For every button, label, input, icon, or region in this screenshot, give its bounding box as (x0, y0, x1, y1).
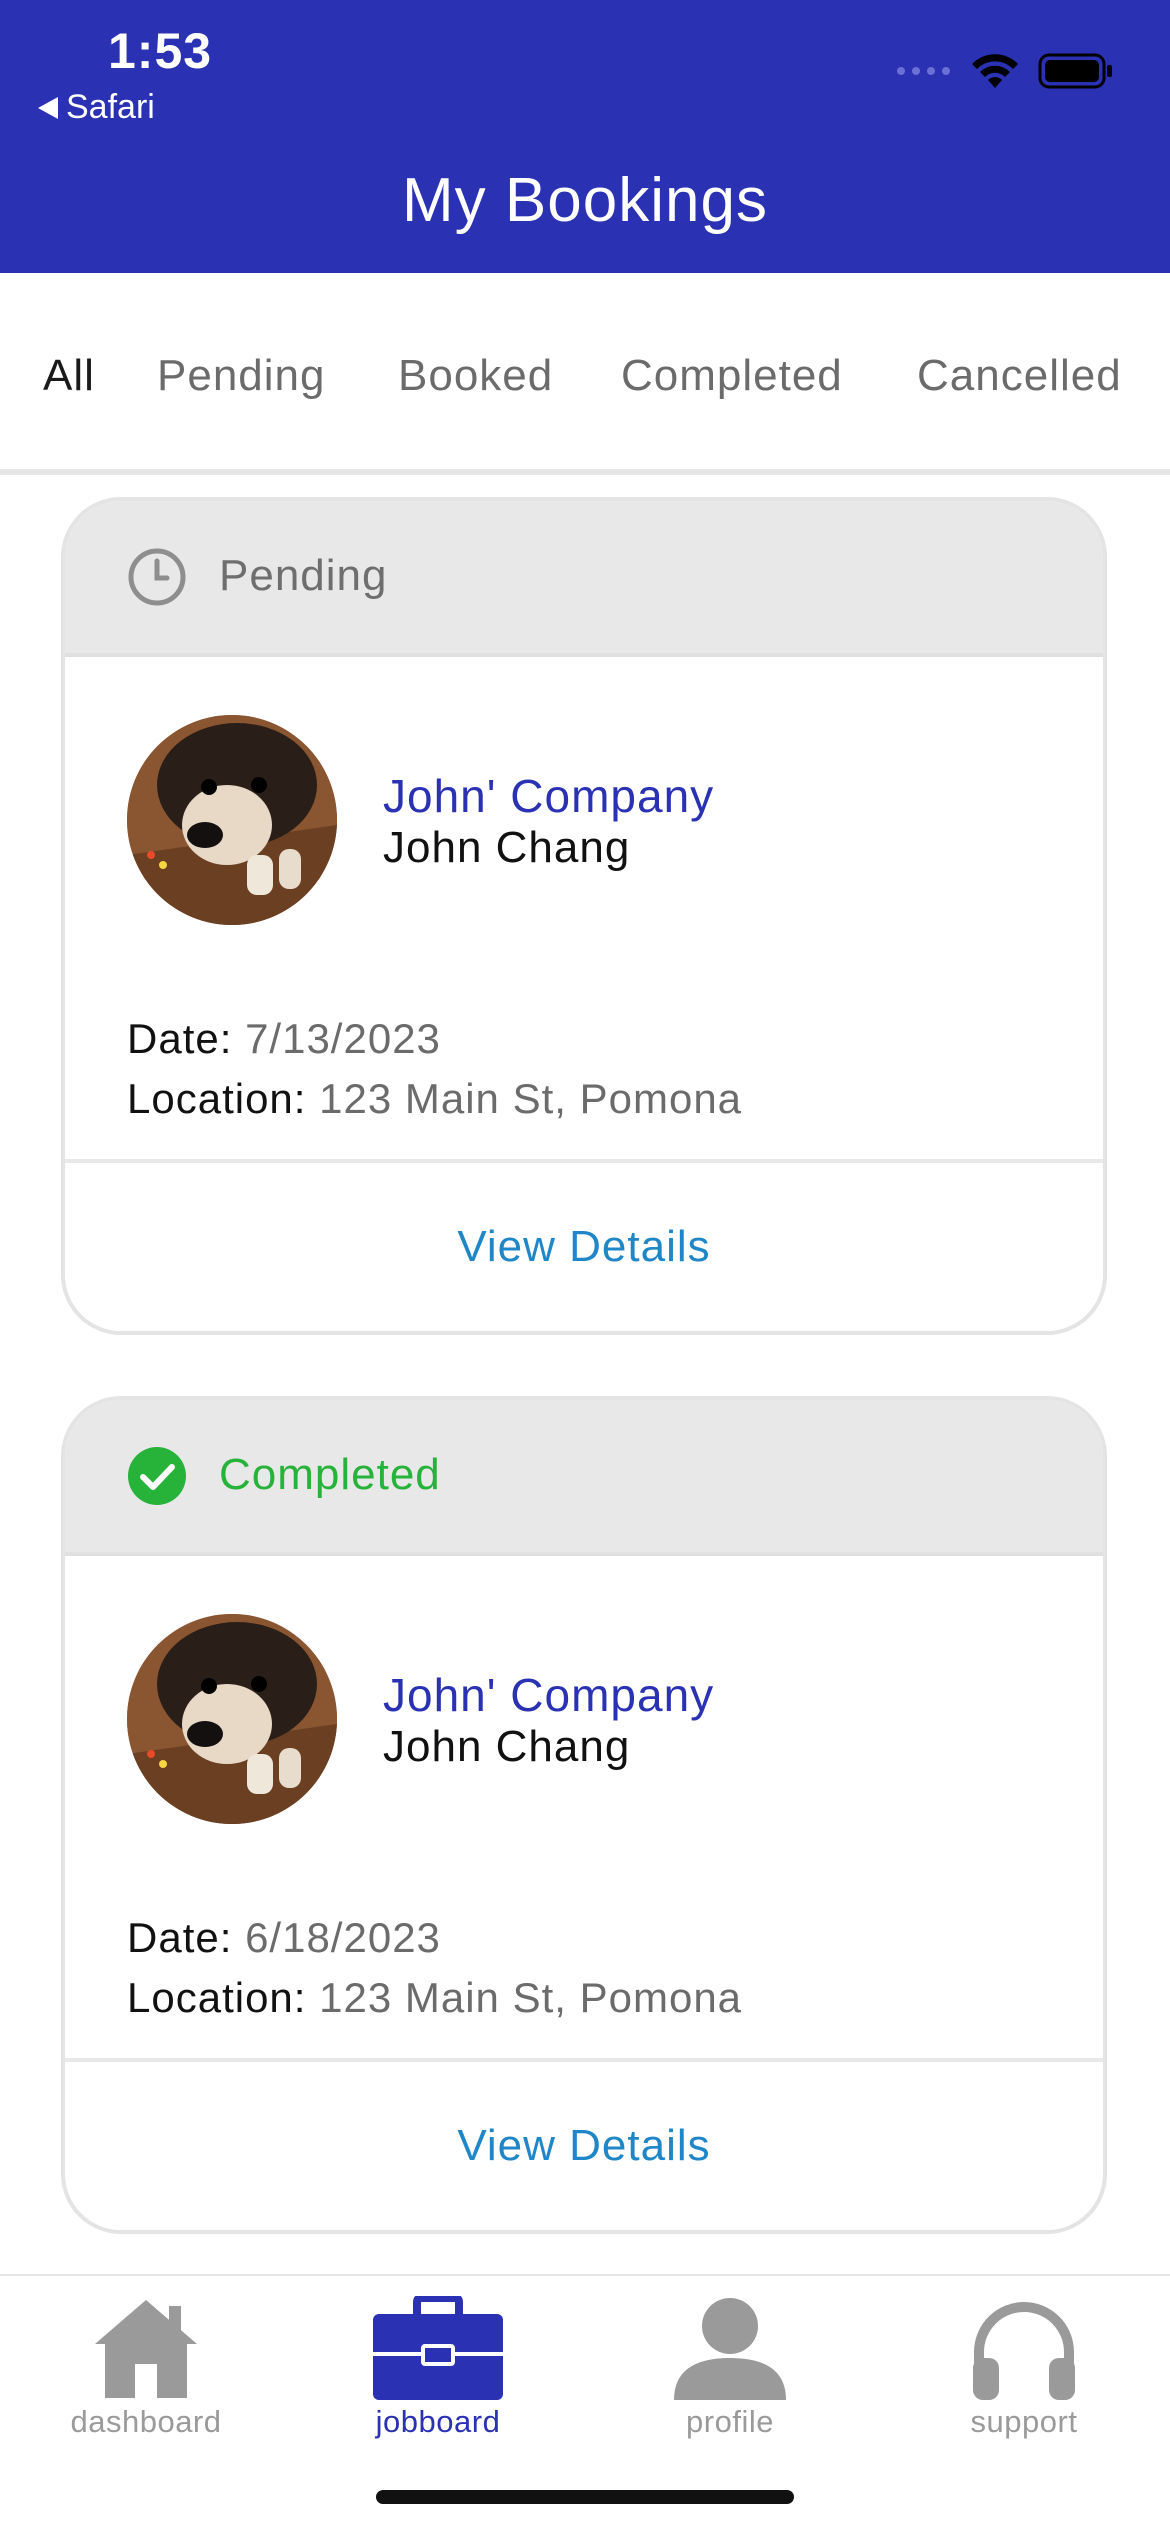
nav-label: dashboard (70, 2404, 222, 2439)
tab-completed[interactable]: Completed (621, 351, 843, 401)
location-label: Location: (127, 1075, 307, 1122)
avatar (127, 1614, 337, 1824)
wifi-icon (972, 54, 1018, 88)
booking-status: Completed (219, 1450, 441, 1499)
person-icon (674, 2298, 786, 2400)
page-title: My Bookings (402, 166, 768, 235)
booking-status: Pending (219, 551, 388, 600)
nav-jobboard[interactable]: jobboard (313, 2296, 563, 2466)
nav-profile[interactable]: profile (605, 2296, 855, 2466)
status-time: 1:53 (108, 23, 213, 79)
app-header: 1:53 Safari My Bookings (0, 0, 1170, 273)
date-label: Date: (127, 1914, 233, 1961)
date-value: 6/18/2023 (245, 1914, 441, 1961)
tab-cancelled[interactable]: Cancelled (917, 351, 1122, 401)
location-line: Location: 123 Main St, Pomona (127, 1974, 742, 2022)
booking-card: Pending John' Company John Chang Date: 7… (61, 497, 1107, 1335)
date-line: Date: 7/13/2023 (127, 1015, 441, 1063)
card-footer: View Details (65, 1163, 1103, 1331)
location-value: 123 Main St, Pomona (319, 1974, 743, 2021)
briefcase-icon (373, 2296, 503, 2400)
signal-icon (897, 67, 950, 75)
home-indicator[interactable] (376, 2490, 794, 2504)
tab-all[interactable]: All (43, 351, 95, 401)
back-label: Safari (66, 88, 155, 126)
clock-icon (128, 548, 186, 606)
home-icon (95, 2300, 197, 2398)
nav-label: support (970, 2404, 1078, 2439)
date-value: 7/13/2023 (245, 1015, 441, 1062)
location-line: Location: 123 Main St, Pomona (127, 1075, 742, 1123)
company-name: John' Company (383, 770, 715, 822)
location-label: Location: (127, 1974, 307, 2021)
view-details-button[interactable]: View Details (457, 2121, 710, 2171)
battery-icon (1038, 53, 1112, 89)
back-to-safari[interactable]: Safari (38, 88, 155, 127)
booking-card: Completed John' Company John Chang Date:… (61, 1396, 1107, 2234)
headphones-icon (973, 2302, 1075, 2400)
card-footer: View Details (65, 2062, 1103, 2230)
date-line: Date: 6/18/2023 (127, 1914, 441, 1962)
booking-details: John' Company John Chang Date: 6/18/2023… (65, 1556, 1103, 2062)
nav-dashboard[interactable]: dashboard (21, 2296, 271, 2466)
booking-filter-tabs: All Pending Booked Completed Cancelled (0, 273, 1170, 475)
nav-label: jobboard (375, 2404, 501, 2439)
booking-details: John' Company John Chang Date: 7/13/2023… (65, 657, 1103, 1163)
avatar (127, 715, 337, 925)
nav-label: profile (686, 2404, 774, 2439)
booking-status-header: Completed (65, 1400, 1103, 1556)
contact-name: John Chang (383, 1722, 631, 1771)
date-label: Date: (127, 1015, 233, 1062)
company-name: John' Company (383, 1669, 715, 1721)
status-icons (896, 52, 1114, 90)
location-value: 123 Main St, Pomona (319, 1075, 743, 1122)
contact-name: John Chang (383, 823, 631, 872)
tab-booked[interactable]: Booked (398, 351, 553, 401)
nav-support[interactable]: support (899, 2296, 1149, 2466)
booking-status-header: Pending (65, 501, 1103, 657)
check-circle-icon (128, 1447, 186, 1505)
back-triangle-icon (38, 96, 58, 119)
view-details-button[interactable]: View Details (457, 1222, 710, 1272)
tab-pending[interactable]: Pending (157, 351, 325, 401)
